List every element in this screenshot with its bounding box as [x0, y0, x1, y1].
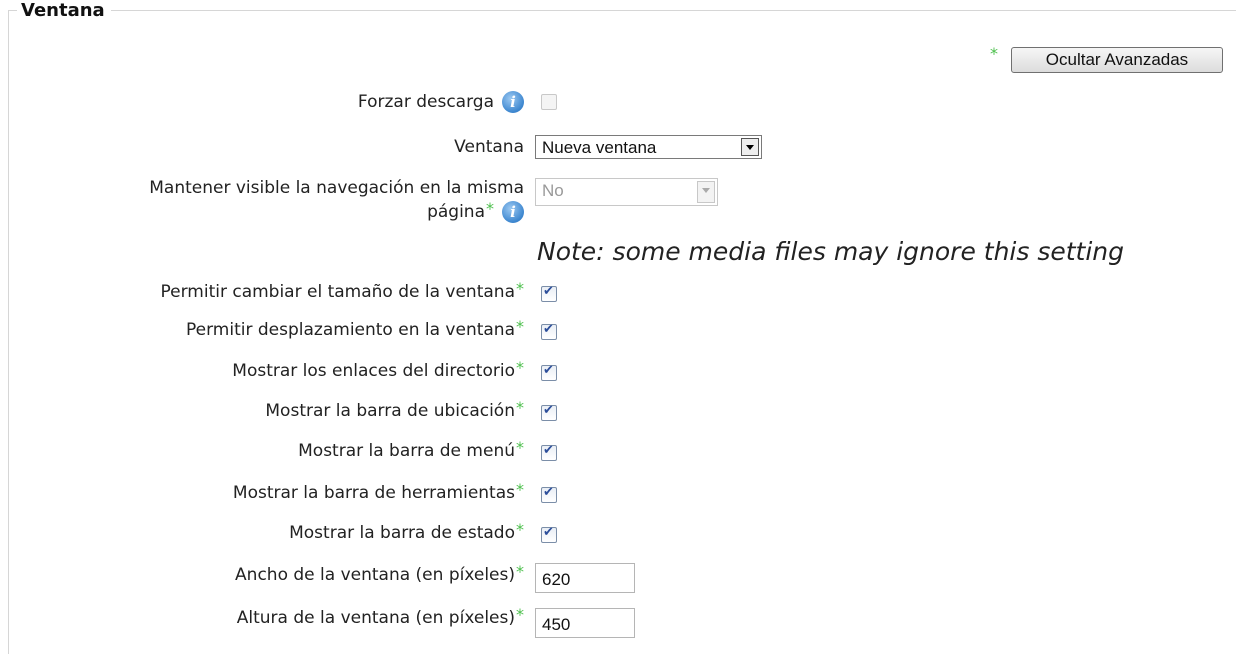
section-legend: Ventana [17, 0, 111, 22]
window-label: Ventana [454, 137, 524, 157]
required-star: * [516, 605, 524, 624]
scrollbars-label: Permitir desplazamiento en la ventana [186, 320, 515, 340]
keep-nav-select[interactable]: No [535, 178, 718, 206]
scrollbars-checkbox[interactable] [541, 322, 557, 340]
media-note: Note: some media files may ignore this s… [537, 237, 1125, 266]
height-input[interactable]: 450 [535, 608, 635, 638]
info-icon[interactable]: i [502, 91, 524, 113]
required-star: * [516, 279, 524, 298]
required-star: * [516, 520, 524, 539]
resizable-checkbox[interactable] [541, 284, 557, 302]
required-star: * [486, 199, 494, 218]
toolbar-label: Mostrar la barra de herramientas [232, 483, 515, 503]
required-star: * [516, 358, 524, 377]
directories-label: Mostrar los enlaces del directorio [232, 361, 515, 381]
chevron-down-icon [741, 138, 759, 156]
location-checkbox[interactable] [541, 403, 557, 421]
window-select-value: Nueva ventana [542, 138, 657, 157]
keep-nav-label-line1: Mantener visible la navegación en la mis… [149, 178, 524, 198]
width-input[interactable]: 620 [535, 563, 635, 593]
status-checkbox[interactable] [541, 525, 557, 543]
advanced-star: * [990, 44, 998, 63]
location-label: Mostrar la barra de ubicación [265, 401, 515, 421]
menubar-checkbox[interactable] [541, 443, 557, 461]
required-star: * [516, 562, 524, 581]
width-label: Ancho de la ventana (en píxeles) [235, 565, 515, 585]
info-icon[interactable]: i [502, 201, 524, 223]
keep-nav-select-value: No [542, 181, 564, 200]
window-select[interactable]: Nueva ventana [535, 135, 762, 159]
required-star: * [516, 317, 524, 336]
menubar-label: Mostrar la barra de menú [298, 441, 515, 461]
force-download-checkbox[interactable] [541, 94, 557, 110]
status-label: Mostrar la barra de estado [289, 523, 515, 543]
keep-nav-label-line2: página [427, 202, 485, 222]
toolbar-checkbox[interactable] [541, 485, 557, 503]
resizable-label: Permitir cambiar el tamaño de la ventana [160, 282, 515, 302]
chevron-down-icon [697, 181, 715, 203]
force-download-label: Forzar descarga [357, 92, 494, 112]
required-star: * [516, 398, 524, 417]
directories-checkbox[interactable] [541, 363, 557, 381]
required-star: * [516, 438, 524, 457]
height-label: Altura de la ventana (en píxeles) [236, 608, 515, 628]
hide-advanced-button[interactable]: Ocultar Avanzadas [1011, 47, 1223, 73]
required-star: * [516, 480, 524, 499]
